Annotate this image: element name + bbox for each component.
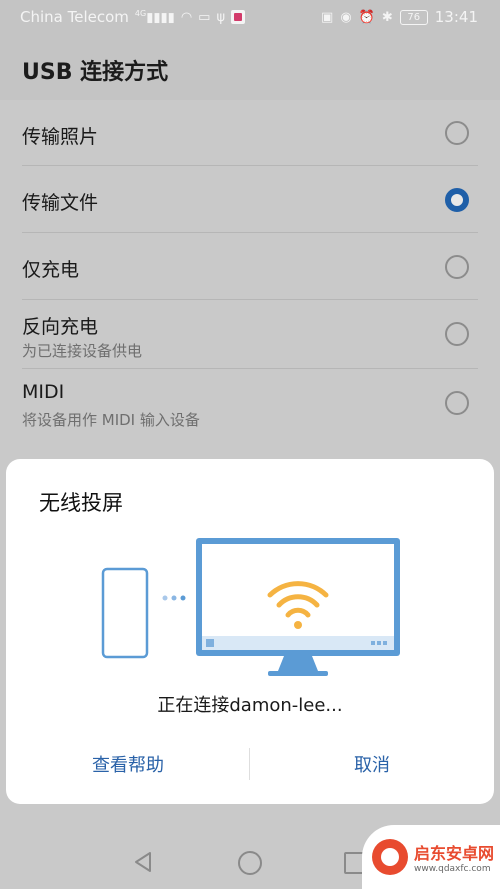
cancel-button[interactable]: 取消 [250,744,494,788]
option-label: MIDI [22,381,65,403]
status-bar: China Telecom 4G▮▮▮▮ ◠ ▭ ψ ▣ ◉ ⏰ ✱ 76 13… [0,0,500,34]
watermark-url: www.qdaxfc.com [414,864,491,874]
cast-icon: ▣ [321,9,334,25]
header: USB 连接方式 [0,34,500,100]
radio-button[interactable] [445,255,469,279]
wireless-projection-dialog: 无线投屏 正在连接damon-lee... 查看帮助 取消 [6,459,494,804]
watermark-logo-icon [372,839,408,875]
projection-illustration [101,538,400,676]
option-label: 反向充电 [22,316,99,338]
phone-icon [101,567,149,659]
battery-icon: 76 [399,9,428,25]
option-charge-only[interactable]: 仅充电 [0,233,500,300]
connection-dot [171,595,177,601]
home-icon[interactable] [238,851,262,875]
clock: 13:41 [434,8,478,26]
network-type-label: 4G [134,8,147,18]
carrier-label: China Telecom [20,8,129,26]
wifi-icon: ◠ [180,9,193,25]
radio-button[interactable] [445,322,469,346]
bluetooth-icon: ✱ [381,9,393,25]
connection-status: 正在连接damon-lee... [157,695,343,716]
radio-button[interactable] [445,391,469,415]
signal-icon: 4G▮▮▮▮ [134,8,175,26]
dialog-actions: 查看帮助 取消 [6,744,494,788]
alarm-icon: ⏰ [358,9,375,25]
option-transfer-files[interactable]: 传输文件 [0,166,500,233]
back-icon[interactable] [132,850,154,874]
option-subtitle: 将设备用作 MIDI 输入设备 [22,411,200,429]
option-reverse-charge[interactable]: 反向充电 为已连接设备供电 [0,300,500,369]
app-notification-icon [231,10,246,24]
dialog-title: 无线投屏 [39,491,123,515]
monitor-icon [196,538,400,676]
page-title: USB 连接方式 [22,60,169,85]
watermark-name: 启东安卓网 [414,844,495,863]
watermark: 启东安卓网 www.qdaxfc.com [362,825,500,889]
option-subtitle: 为已连接设备供电 [22,342,143,360]
eye-icon: ◉ [340,9,352,25]
usb-icon: ψ [216,9,226,25]
connection-dot [180,595,186,601]
option-label: 传输照片 [22,126,99,148]
radio-button-selected[interactable] [445,188,469,212]
option-transfer-photos[interactable]: 传输照片 [0,100,500,166]
connection-dot [162,595,168,601]
help-button[interactable]: 查看帮助 [6,744,250,788]
option-label: 仅充电 [22,259,80,281]
option-midi[interactable]: MIDI 将设备用作 MIDI 输入设备 [0,369,500,439]
radio-button[interactable] [445,121,469,145]
option-label: 传输文件 [22,192,99,214]
screen-cast-icon: ▭ [198,9,211,25]
